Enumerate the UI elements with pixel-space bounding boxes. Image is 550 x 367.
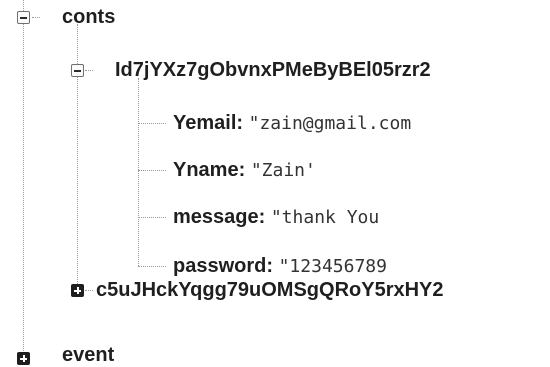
- expand-entry2-icon[interactable]: [71, 284, 84, 297]
- field-yname: Yname: "Zain': [173, 158, 316, 183]
- collapse-conts-icon[interactable]: [17, 11, 30, 24]
- tree-line-field-yname: [138, 170, 166, 171]
- field-value[interactable]: "thank You: [271, 207, 379, 228]
- collapse-entry1-icon[interactable]: [71, 64, 84, 77]
- tree-line-entry1: [85, 70, 93, 71]
- field-value[interactable]: "zain@gmail.com: [249, 113, 412, 134]
- field-key: Yname:: [173, 159, 246, 181]
- node-event-label[interactable]: event: [62, 343, 114, 367]
- tree-line-conts: [32, 17, 40, 18]
- node-conts-label[interactable]: conts: [62, 5, 115, 29]
- tree-line-field-yemail: [138, 123, 166, 124]
- field-message: message: "thank You: [173, 205, 379, 230]
- field-yemail: Yemail: "zain@gmail.com: [173, 111, 411, 136]
- tree-line-entry2: [85, 290, 93, 291]
- expand-event-icon[interactable]: [17, 352, 30, 365]
- tree-line-field-message: [138, 217, 166, 218]
- field-key: password:: [173, 255, 274, 277]
- tree-line-root: [23, 0, 24, 365]
- field-password: password: "123456789: [173, 254, 387, 279]
- field-key: Yemail:: [173, 112, 244, 134]
- tree-line-entry1-children: [138, 78, 139, 266]
- field-key: message:: [173, 206, 266, 228]
- tree-line-field-password: [138, 266, 166, 267]
- node-entry2-key[interactable]: c5uJHckYqgg79uOMSgQRoY5rxHY2: [96, 278, 444, 302]
- field-value[interactable]: "Zain': [251, 160, 316, 181]
- node-entry1-key[interactable]: Id7jYXz7gObvnxPMeByBEl05rzr2: [115, 58, 431, 82]
- field-value[interactable]: "123456789: [279, 256, 387, 277]
